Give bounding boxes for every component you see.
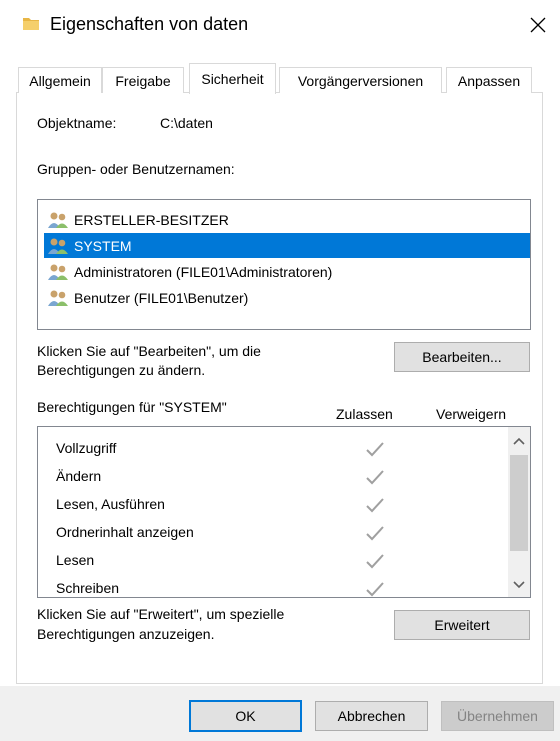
allow-column-header: Zulassen: [336, 406, 393, 422]
tab-anpassen[interactable]: Anpassen: [446, 67, 532, 93]
permission-name: Ordnerinhalt anzeigen: [56, 524, 194, 540]
permission-row: Schreiben: [38, 575, 508, 597]
ok-button[interactable]: OK: [189, 700, 302, 732]
allow-check-icon: [366, 582, 384, 597]
users-icon: [48, 290, 68, 306]
scrollbar-thumb[interactable]: [510, 455, 528, 551]
title-bar: Eigenschaften von daten: [0, 0, 560, 52]
advanced-hint-line1: Klicken Sie auf "Erweitert", um speziell…: [37, 606, 285, 622]
list-item-label: Benutzer (FILE01\Benutzer): [74, 289, 249, 306]
permission-name: Lesen, Ausführen: [56, 496, 165, 512]
permission-row: Lesen: [38, 547, 508, 575]
advanced-hint-line2: Berechtigungen anzuzeigen.: [37, 626, 215, 642]
allow-check-icon: [366, 526, 384, 541]
tab-allgemein[interactable]: Allgemein: [18, 67, 102, 93]
close-button[interactable]: [516, 6, 560, 44]
edit-hint-line2: Berechtigungen zu ändern.: [37, 362, 206, 378]
apply-button[interactable]: Übernehmen: [441, 701, 554, 731]
folder-icon: [23, 18, 39, 30]
permission-row: Lesen, Ausführen: [38, 491, 508, 519]
permission-name: Schreiben: [56, 580, 120, 596]
list-item-label: Administratoren (FILE01\Administratoren): [74, 263, 333, 280]
scroll-down-button[interactable]: [508, 575, 530, 595]
object-name-value: C:\daten: [160, 115, 213, 131]
groups-label: Gruppen- oder Benutzernamen:: [37, 161, 235, 177]
permissions-scrollbar[interactable]: [508, 427, 530, 597]
permission-name: Ändern: [56, 468, 102, 484]
permission-row: Vollzugriff: [38, 435, 508, 463]
permission-row: Ordnerinhalt anzeigen: [38, 519, 508, 547]
list-item-system[interactable]: SYSTEM: [44, 233, 530, 258]
users-icon: [48, 264, 68, 280]
group-user-list[interactable]: ERSTELLER-BESITZER SYSTEM Administratore…: [37, 199, 531, 330]
permission-name: Lesen: [56, 552, 95, 568]
allow-check-icon: [366, 498, 384, 513]
close-icon: [530, 17, 546, 33]
permission-name: Vollzugriff: [56, 440, 117, 456]
tab-sicherheit[interactable]: Sicherheit: [189, 63, 276, 94]
permissions-list[interactable]: Vollzugriff Ändern Lesen, Ausführen Ordn…: [37, 426, 531, 598]
allow-check-icon: [366, 470, 384, 485]
chevron-down-icon: [513, 581, 525, 589]
scroll-up-button[interactable]: [508, 431, 530, 451]
cancel-button[interactable]: Abbrechen: [315, 701, 428, 731]
list-item-ersteller-besitzer[interactable]: ERSTELLER-BESITZER: [44, 207, 530, 232]
object-name-label: Objektname:: [37, 115, 117, 131]
edit-button[interactable]: Bearbeiten...: [394, 342, 530, 372]
list-item-benutzer[interactable]: Benutzer (FILE01\Benutzer): [44, 285, 530, 310]
tab-vorgaengerversionen[interactable]: Vorgängerversionen: [279, 67, 442, 93]
allow-check-icon: [366, 554, 384, 569]
allow-check-icon: [366, 442, 384, 457]
users-icon: [48, 238, 68, 254]
permissions-label: Berechtigungen für "SYSTEM": [37, 399, 227, 415]
tab-freigabe[interactable]: Freigabe: [102, 67, 184, 93]
list-item-label: SYSTEM: [74, 237, 132, 254]
deny-column-header: Verweigern: [436, 406, 507, 422]
users-icon: [48, 212, 68, 228]
window-title: Eigenschaften von daten: [50, 14, 249, 34]
tab-strip: Allgemein Freigabe Sicherheit Vorgängerv…: [16, 63, 536, 94]
edit-hint-line1: Klicken Sie auf "Bearbeiten", um die: [37, 343, 261, 359]
advanced-button[interactable]: Erweitert: [394, 610, 530, 640]
list-item-label: ERSTELLER-BESITZER: [74, 211, 229, 228]
chevron-up-icon: [513, 437, 525, 445]
list-item-administratoren[interactable]: Administratoren (FILE01\Administratoren): [44, 259, 530, 284]
permission-row: Ändern: [38, 463, 508, 491]
